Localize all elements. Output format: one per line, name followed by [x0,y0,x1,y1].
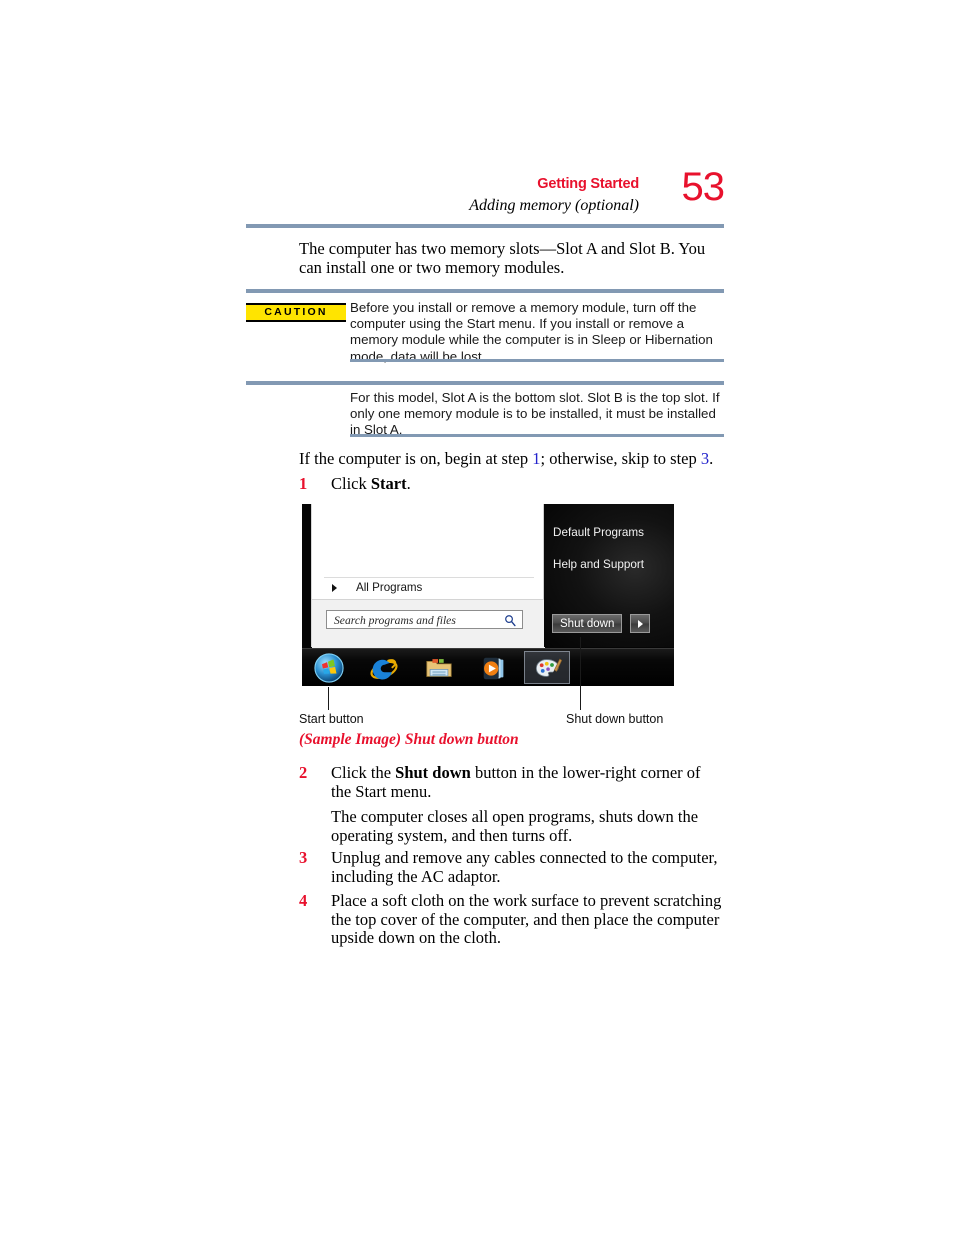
note-bottom-rule [350,434,724,437]
step-3-number: 3 [299,848,308,867]
leadin-part2: ; otherwise, skip to step [540,449,701,468]
start-button-leader-line [328,687,329,710]
caution-label: CAUTION [246,303,346,322]
chevron-right-icon [332,584,337,592]
header-rule [246,224,724,228]
start-menu-left-panel: All Programs Search programs and files [311,504,545,648]
step-1-number: 1 [299,474,308,493]
step-1-pre: Click [331,474,371,493]
paint-icon[interactable] [534,653,564,683]
step-4-text: Place a soft cloth on the work surface t… [331,891,722,947]
windows-media-player-icon[interactable] [479,653,509,683]
intro-paragraph: The computer has two memory slots—Slot A… [299,239,706,277]
step-1-post: . [406,474,411,493]
internet-explorer-icon[interactable] [369,653,399,683]
caution-text: Before you install or remove a memory mo… [350,300,713,364]
menu-item-help-and-support[interactable]: Help and Support [553,558,644,571]
leadin-part3: . [709,449,714,468]
step-1-bold: Start [370,474,407,493]
page-header: Getting Started Adding memory (optional)… [246,167,725,224]
search-icon [505,615,516,627]
shut-down-options-arrow-icon[interactable] [630,614,650,633]
note-top-rule [246,381,724,385]
search-placeholder: Search programs and files [334,614,456,627]
start-menu-screenshot: All Programs Search programs and files D… [302,504,674,686]
taskbar [302,648,674,686]
step-2: 2 Click the Shut down button in the lowe… [299,763,724,801]
step-4-number: 4 [299,891,308,910]
step-1-text: Click Start. [331,474,724,494]
menu-item-default-programs[interactable]: Default Programs [553,526,644,539]
search-input[interactable]: Search programs and files [326,610,523,629]
step-2-bold: Shut down [395,763,471,782]
windows-start-orb-icon[interactable] [314,653,344,683]
step-3: 3 Unplug and remove any cables connected… [299,848,724,886]
caution-top-rule [246,289,724,293]
all-programs-separator [324,577,534,578]
step-2-text: Click the Shut down button in the lower-… [331,763,724,801]
start-menu-search-zone: Search programs and files [312,599,545,648]
figure-caption: (Sample Image) Shut down button [299,731,519,748]
caution-bottom-rule [350,359,724,362]
windows-explorer-folder-icon[interactable] [424,653,454,683]
step-4: 4 Place a soft cloth on the work surface… [299,891,724,948]
step-1: 1 Click Start. [299,474,724,494]
step-2-pre: Click the [331,763,396,782]
start-menu-right-panel: Default Programs Help and Support Shut d… [544,504,674,647]
header-chapter-title: Getting Started [537,176,639,192]
leadin-paragraph: If the computer is on, begin at step 1; … [299,449,724,469]
shut-down-button[interactable]: Shut down [552,614,623,633]
step-3-text: Unplug and remove any cables connected t… [331,848,718,886]
step-2-number: 2 [299,763,308,782]
header-section-title: Adding memory (optional) [469,197,639,214]
all-programs-item[interactable]: All Programs [356,581,422,594]
callout-shut-down-button: Shut down button [566,712,664,726]
shut-down-button-leader-line [580,637,581,710]
step-2-continuation: The computer closes all open programs, s… [331,807,699,845]
note-text: For this model, Slot A is the bottom slo… [350,390,720,438]
callout-start-button: Start button [299,712,364,726]
leadin-part1: If the computer is on, begin at step [299,449,533,468]
page-number: 53 [681,165,725,209]
xref-step-3[interactable]: 3 [701,449,709,468]
